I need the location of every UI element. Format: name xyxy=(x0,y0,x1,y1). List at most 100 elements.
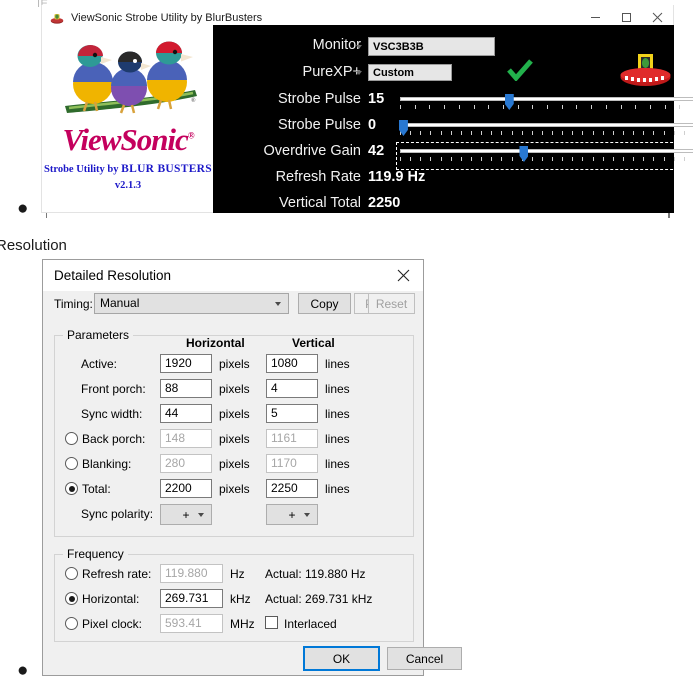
chevron-down-icon xyxy=(304,512,310,517)
refresh-rate-label: Refresh Rate xyxy=(275,169,361,185)
unit-pixels: pixels xyxy=(219,457,250,471)
sync-polarity-horizontal-select[interactable]: + xyxy=(160,504,212,525)
unit-lines: lines xyxy=(325,382,350,396)
sync-polarity-vertical-value: + xyxy=(288,507,296,522)
app-icon xyxy=(49,10,65,26)
row-vertical-total-readout: Vertical Total 2250 xyxy=(213,195,674,217)
pixel-clock-radio[interactable] xyxy=(65,617,78,630)
unit-mhz: MHz xyxy=(230,617,255,631)
unit-pixels: pixels xyxy=(219,432,250,446)
row-overdrive-gain: Overdrive Gain 42 xyxy=(213,142,693,170)
ok-button[interactable]: OK xyxy=(304,647,379,670)
total-radio[interactable] xyxy=(65,482,78,495)
row-monitor: Monitor VSC3B3B xyxy=(213,37,674,59)
sync-width-vertical-input[interactable]: 5 xyxy=(266,404,318,423)
sync-polarity-vertical-select[interactable]: + xyxy=(266,504,318,525)
refresh-rate-input: 119.880 xyxy=(160,564,223,583)
back-porch-horizontal-input: 148 xyxy=(160,429,212,448)
pixel-clock-input: 593.41 xyxy=(160,614,223,633)
overdrive-gain-label: Overdrive Gain xyxy=(263,143,361,159)
strobe-pulse-phase-label: Strobe Pulse xyxy=(277,117,361,133)
strobe-pulse-width-label: Strobe Pulse xyxy=(277,91,361,107)
label-refresh-rate: Refresh rate: xyxy=(82,567,152,581)
label-sync-polarity: Sync polarity: xyxy=(81,507,154,521)
strobe-utility-tagline: Strobe Utility by BLUR BUSTERS xyxy=(43,163,213,175)
label-front-porch: Front porch: xyxy=(81,382,146,396)
cancel-button[interactable]: Cancel xyxy=(387,647,462,670)
slider-ticks xyxy=(400,131,693,136)
horizontal-freq-input[interactable]: 269.731 xyxy=(160,589,223,608)
chevron-down-icon xyxy=(275,301,281,306)
tagline-prefix: Strobe Utility by xyxy=(44,164,122,175)
back-porch-vertical-input: 1161 xyxy=(266,429,318,448)
strobe-utility-window: ViewSonic Strobe Utility by BlurBusters xyxy=(41,5,693,213)
active-vertical-input[interactable]: 1080 xyxy=(266,354,318,373)
unit-lines: lines xyxy=(325,457,350,471)
horizontal-freq-actual: Actual: 269.731 kHz xyxy=(265,592,373,606)
column-header-vertical: Vertical xyxy=(292,336,335,350)
dialog-titlebar[interactable]: Detailed Resolution xyxy=(43,260,423,291)
purexp-label: PureXP+ xyxy=(302,64,361,80)
refresh-rate-actual: Actual: 119.880 Hz xyxy=(265,567,366,581)
label-blanking: Blanking: xyxy=(82,457,132,471)
total-vertical-input[interactable]: 2250 xyxy=(266,479,318,498)
purexp-select[interactable]: Custom xyxy=(368,64,452,81)
svg-text:®: ® xyxy=(191,97,196,104)
vertical-total-value: 2250 xyxy=(368,195,401,211)
sync-width-horizontal-input[interactable]: 44 xyxy=(160,404,212,423)
viewsonic-brand-text: ViewSonic xyxy=(62,122,188,157)
strobe-utility-version: v2.1.3 xyxy=(114,180,142,191)
overdrive-gain-slider[interactable] xyxy=(396,142,693,170)
total-horizontal-input[interactable]: 2200 xyxy=(160,479,212,498)
strobe-pulse-width-slider[interactable] xyxy=(400,94,693,114)
sync-polarity-horizontal-value: + xyxy=(182,507,190,522)
unit-pixels: pixels xyxy=(219,482,250,496)
unit-pixels: pixels xyxy=(219,407,250,421)
monitor-label: Monitor xyxy=(312,37,361,53)
label-total: Total: xyxy=(82,482,111,496)
active-horizontal-input[interactable]: 1920 xyxy=(160,354,212,373)
strobe-window-title: ViewSonic Strobe Utility by BlurBusters xyxy=(71,11,263,24)
unit-lines: lines xyxy=(325,357,350,371)
viewsonic-wordmark: ViewSonic® xyxy=(43,122,213,158)
monitor-select[interactable]: VSC3B3B xyxy=(368,37,495,56)
front-porch-horizontal-input[interactable]: 88 xyxy=(160,379,212,398)
blanking-vertical-input: 1170 xyxy=(266,454,318,473)
front-porch-vertical-input[interactable]: 4 xyxy=(266,379,318,398)
row-strobe-pulse-width: Strobe Pulse 15 xyxy=(213,91,693,113)
slider-track xyxy=(400,97,693,101)
label-active: Active: xyxy=(81,357,118,371)
refresh-rate-value: 119.9 Hz xyxy=(368,169,426,185)
slider-track xyxy=(400,123,693,127)
timing-select[interactable]: Manual xyxy=(94,293,289,314)
gouldian-finches-image: ® xyxy=(57,32,201,128)
copy-button[interactable]: Copy xyxy=(298,293,351,314)
overdrive-gain-value: 42 xyxy=(368,143,385,159)
registered-mark: ® xyxy=(187,130,195,141)
refresh-rate-radio[interactable] xyxy=(65,567,78,580)
frequency-legend: Frequency xyxy=(67,547,124,561)
column-header-horizontal: Horizontal xyxy=(186,336,245,350)
blanking-radio[interactable] xyxy=(65,457,78,470)
back-porch-radio[interactable] xyxy=(65,432,78,445)
strobe-pulse-width-value: 15 xyxy=(368,91,385,107)
document-bullet-top: ● xyxy=(17,198,29,219)
blanking-horizontal-input: 280 xyxy=(160,454,212,473)
strobe-control-panel: Monitor VSC3B3B PureXP+ Custom Strobe Pu… xyxy=(213,25,693,213)
viewsonic-logo-panel: ® ViewSonic® Strobe Utility by BLUR BUST… xyxy=(43,30,214,212)
interlaced-checkbox[interactable] xyxy=(265,616,278,629)
label-interlaced: Interlaced xyxy=(284,617,337,631)
document-bullet-bottom: ● xyxy=(17,660,29,681)
unit-hz: Hz xyxy=(230,567,245,581)
row-purexp: PureXP+ Custom xyxy=(213,64,674,86)
timing-label: Timing: xyxy=(54,297,93,311)
row-refresh-rate-readout: Refresh Rate 119.9 Hz xyxy=(213,169,674,191)
tagline-brand: BLUR BUSTERS xyxy=(121,163,212,175)
slider-ticks xyxy=(400,105,693,110)
close-icon[interactable] xyxy=(383,260,423,291)
unit-lines: lines xyxy=(325,482,350,496)
unit-pixels: pixels xyxy=(219,382,250,396)
horizontal-radio[interactable] xyxy=(65,592,78,605)
vertical-total-label: Vertical Total xyxy=(279,195,361,211)
strobe-pulse-phase-slider[interactable] xyxy=(398,120,693,140)
